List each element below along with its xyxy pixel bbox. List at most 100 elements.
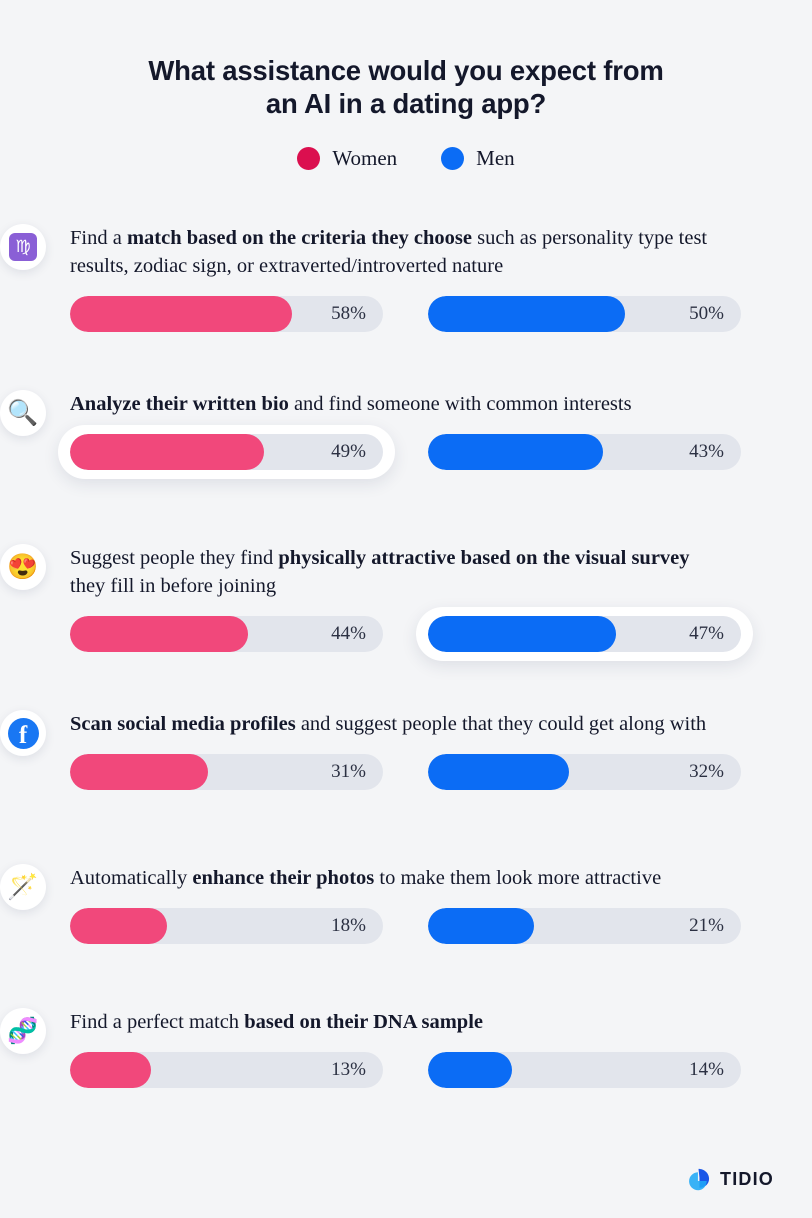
- row-description: Find a perfect match based on their DNA …: [70, 1008, 483, 1036]
- bar-pair: 13% 14%: [70, 1052, 812, 1089]
- legend-label: Men: [476, 146, 515, 171]
- bar-value-label: 21%: [689, 915, 724, 937]
- bar-value-label: 49%: [331, 441, 366, 463]
- legend-item-women: Women: [297, 146, 397, 171]
- row-description: Suggest people they find physically attr…: [70, 544, 720, 600]
- bar-fill-men: [428, 908, 535, 945]
- row-header: ♍ Find a match based on the criteria they…: [0, 224, 812, 280]
- row-description-text: they fill in before joining: [70, 575, 277, 598]
- bar-value-label: 58%: [331, 303, 366, 325]
- dna-icon: 🧬: [0, 1008, 46, 1055]
- row-description-text: and find someone with common interests: [288, 393, 632, 416]
- row-header: f Scan social media profiles and suggest …: [0, 710, 812, 757]
- brand-name: TIDIO: [720, 1169, 774, 1190]
- bar-group-men: 32%: [428, 754, 741, 791]
- emoji-glyph: 😍: [7, 553, 39, 581]
- question-row: 😍 Suggest people they find physically att…: [0, 544, 812, 662]
- page-title: What assistance would you expect from an…: [0, 18, 812, 120]
- bar-fill-men: [428, 296, 626, 333]
- legend-dot-icon: [297, 147, 321, 171]
- row-description-emphasis: Scan social media profiles: [70, 713, 296, 736]
- bar-fill-men: [428, 434, 604, 471]
- facebook-letter: f: [18, 721, 28, 749]
- bar-group-women: 13%: [70, 1052, 383, 1089]
- bar-value-label: 50%: [689, 303, 724, 325]
- facebook-icon: f: [0, 710, 46, 757]
- bar-fill-women: [70, 908, 167, 945]
- bar-group-women: 44%: [70, 616, 383, 653]
- bar-value-label: 43%: [689, 441, 724, 463]
- bar-value-label: 18%: [331, 915, 366, 937]
- bar-pair: 18% 21%: [70, 908, 812, 945]
- bar-fill-women: [70, 434, 265, 471]
- bar-pair: 58% 50%: [70, 296, 812, 333]
- question-row: 🧬 Find a perfect match based on their DNA…: [0, 1008, 812, 1089]
- row-header: 🧬 Find a perfect match based on their DNA…: [0, 1008, 812, 1055]
- bar-group-women: 49%: [58, 425, 395, 480]
- row-description: Scan social media profiles and suggest p…: [70, 710, 706, 738]
- title-line-1: What assistance would you expect from: [148, 55, 664, 87]
- bar-value-label: 44%: [331, 623, 366, 645]
- row-description-text: Suggest people they find: [70, 547, 279, 570]
- question-row: ♍ Find a match based on the criteria they…: [0, 224, 812, 333]
- bar-group-men: 21%: [428, 908, 741, 945]
- bar-value-label: 47%: [689, 623, 724, 645]
- row-description: Automatically enhance their photos to ma…: [70, 864, 661, 892]
- virgo-zodiac-icon: ♍: [0, 224, 46, 271]
- row-description-emphasis: enhance their photos: [192, 867, 375, 890]
- bar-fill-women: [70, 1052, 151, 1089]
- question-row: f Scan social media profiles and suggest …: [0, 710, 812, 791]
- row-description-text: Find a: [70, 227, 127, 250]
- footer-branding: TIDIO: [686, 1167, 774, 1192]
- row-description-text: and suggest people that they could get a…: [295, 713, 707, 736]
- heart-eyes-face-icon: 😍: [0, 544, 46, 591]
- magnifying-glass-icon: 🔍: [0, 390, 46, 437]
- bar-group-women: 31%: [70, 754, 383, 791]
- bar-value-label: 31%: [331, 761, 366, 783]
- bar-group-men: 47%: [416, 607, 753, 662]
- question-row: 🔍 Analyze their written bio and find some…: [0, 390, 812, 480]
- bar-value-label: 13%: [331, 1059, 366, 1081]
- row-description: Analyze their written bio and find someo…: [70, 390, 632, 418]
- bar-fill-women: [70, 754, 208, 791]
- bar-group-men: 50%: [428, 296, 741, 333]
- bar-value-label: 14%: [689, 1059, 724, 1081]
- tidio-logo-icon: [689, 1169, 710, 1191]
- emoji-glyph: 🔍: [7, 399, 39, 427]
- row-header: 😍 Suggest people they find physically att…: [0, 544, 812, 600]
- row-description-emphasis: match based on the criteria they choose: [126, 227, 472, 250]
- row-description-emphasis: based on their DNA sample: [244, 1011, 484, 1034]
- bar-group-women: 18%: [70, 908, 383, 945]
- row-description-text: Automatically: [70, 867, 193, 890]
- bar-pair: 31% 32%: [70, 754, 812, 791]
- bar-fill-men: [428, 1052, 513, 1089]
- legend-item-men: Men: [441, 146, 515, 171]
- bar-fill-men: [428, 616, 616, 653]
- bar-value-label: 32%: [689, 761, 724, 783]
- bar-group-men: 14%: [428, 1052, 741, 1089]
- bar-fill-men: [428, 754, 569, 791]
- legend-label: Women: [332, 146, 398, 171]
- chart-legend: Women Men: [0, 146, 812, 171]
- row-description-emphasis: physically attractive based on the visua…: [278, 547, 690, 570]
- bar-pair: 44% 47%: [70, 607, 812, 662]
- bar-group-women: 58%: [70, 296, 383, 333]
- virgo-glyph: ♍: [9, 233, 37, 262]
- infographic-page: What assistance would you expect from an…: [0, 18, 812, 1218]
- title-line-2: an AI in a dating app?: [265, 88, 547, 120]
- row-description: Find a match based on the criteria they …: [70, 224, 720, 280]
- row-header: 🪄 Automatically enhance their photos to m…: [0, 864, 812, 911]
- bar-fill-women: [70, 616, 249, 653]
- bar-fill-women: [70, 296, 293, 333]
- magic-wand-icon: 🪄: [0, 864, 46, 911]
- row-description-text: Find a perfect match: [70, 1011, 245, 1034]
- legend-dot-icon: [441, 147, 465, 171]
- bar-pair: 49% 43%: [58, 425, 812, 480]
- question-row: 🪄 Automatically enhance their photos to m…: [0, 864, 812, 945]
- emoji-glyph: 🪄: [7, 873, 39, 901]
- row-header: 🔍 Analyze their written bio and find some…: [0, 390, 812, 437]
- emoji-glyph: 🧬: [7, 1017, 39, 1045]
- facebook-glyph: f: [7, 717, 39, 749]
- bar-group-men: 43%: [428, 434, 741, 471]
- row-description-text: to make them look more attractive: [374, 867, 662, 890]
